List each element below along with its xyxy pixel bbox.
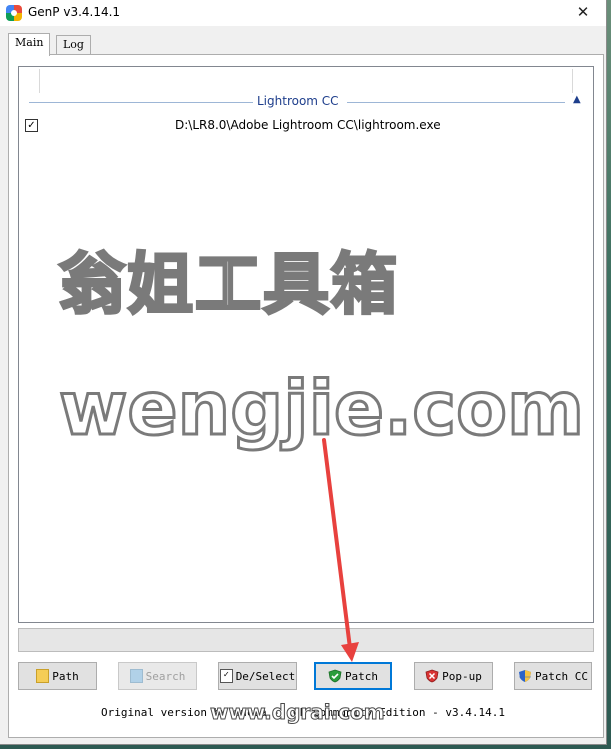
progress-bar [18,628,594,652]
watermark-url: wengjie.com [57,365,585,454]
patch-cc-button-label: Patch CC [535,669,588,683]
search-button-label: Search [145,669,186,683]
title-bar[interactable]: GenP v3.4.14.1 ✕ [0,0,606,26]
group-title[interactable]: Lightroom CC [257,94,339,108]
genp-window: GenP v3.4.14.1 ✕ Main Log Lightroom CC ▲… [0,0,607,745]
patch-button[interactable]: Patch [314,662,392,690]
folder-icon [36,669,50,683]
patch-button-label: Patch [344,669,379,683]
path-button[interactable]: Path [18,662,97,690]
path-button-label: Path [52,669,79,683]
overlay-url-watermark: www.dgrai.com [210,700,386,725]
checkbox-icon: ✓ [219,669,233,683]
item-checkbox[interactable]: ✓ [25,119,38,132]
tab-log[interactable]: Log [56,35,91,55]
green-shield-check-icon [328,669,342,683]
watermark-chinese: 翁姐工具箱 [58,245,399,325]
patch-cc-button[interactable]: Patch CC [514,662,592,690]
item-file-path[interactable]: D:\LR8.0\Adobe Lightroom CC\lightroom.ex… [175,118,441,132]
popup-button[interactable]: Pop-up [414,662,493,690]
red-shield-x-icon [425,669,439,683]
deselect-button-label: De/Select [235,669,296,683]
app-list[interactable]: Lightroom CC ▲ ✓ D:\LR8.0\Adobe Lightroo… [18,66,594,623]
list-header-area [39,69,573,93]
tab-main[interactable]: Main [8,33,51,56]
close-icon[interactable]: ✕ [560,0,606,26]
search-button[interactable]: Search [118,662,197,690]
group-divider-right [347,102,565,103]
search-icon [129,669,143,683]
deselect-button[interactable]: ✓ De/Select [218,662,297,690]
window-title: GenP v3.4.14.1 [28,5,121,19]
popup-button-label: Pop-up [442,669,482,683]
app-icon [6,5,22,21]
group-divider-left [29,102,253,103]
collapse-up-icon[interactable]: ▲ [573,94,581,105]
uac-shield-icon [519,670,531,682]
